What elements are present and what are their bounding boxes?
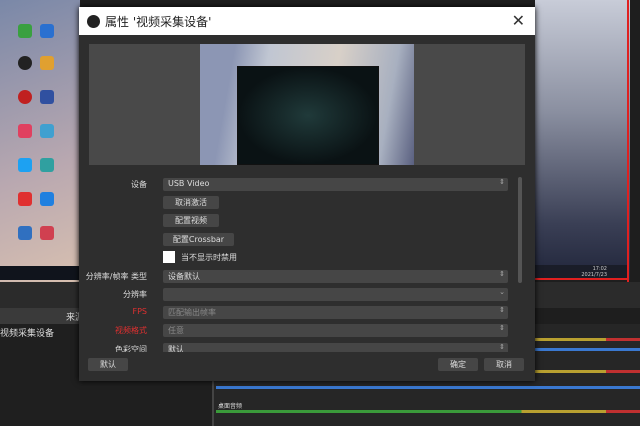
disable-when-hidden-row: 当不显示时禁用 [79,251,519,264]
spinner-icon: ⇕ [499,324,505,332]
preview-selection-border-bottom [535,278,629,280]
res-type-select[interactable]: 设备默认 ⇕ [163,270,508,283]
source-item[interactable]: 视频采集设备 [0,326,54,339]
res-type-value: 设备默认 [168,272,200,281]
cancel-button[interactable]: 取消 [484,358,524,371]
resolution-label: 分辨率 [123,290,147,299]
dialog-titlebar: 属性 '视频采集设备' ✕ [79,7,535,35]
spinner-icon: ⇕ [499,306,505,314]
configure-video-button[interactable]: 配置视频 [163,214,219,227]
res-type-label: 分辨率/帧率 类型 [85,272,147,281]
device-label: 设备 [131,180,147,189]
device-value: USB Video [168,179,210,188]
configure-crossbar-button[interactable]: 配置Crossbar [163,233,234,246]
dialog-title: 属性 '视频采集设备' [105,14,212,29]
preview-image [200,44,414,165]
fps-label: FPS [132,307,147,316]
desktop-taskbar [0,266,80,280]
device-select[interactable]: USB Video ⇕ [163,178,508,191]
disable-when-hidden-checkbox[interactable] [163,251,175,263]
close-icon[interactable]: ✕ [512,11,525,30]
video-format-select[interactable]: 任意 ⇕ [163,324,508,337]
res-type-row: 分辨率/帧率 类型 设备默认 ⇕ [79,270,519,283]
color-space-row: 色彩空间 默认 ⇕ [79,343,519,352]
spinner-icon: ⇕ [499,343,505,351]
video-format-label: 视频格式 [115,326,147,335]
fps-select[interactable]: 匹配输出帧率 ⇕ [163,306,508,319]
disable-when-hidden-label: 当不显示时禁用 [181,253,237,262]
ok-button[interactable]: 确定 [438,358,478,371]
obs-logo-icon [87,14,100,28]
color-space-select[interactable]: 默认 ⇕ [163,343,508,352]
color-space-value: 默认 [168,345,184,352]
volume-meter [216,410,640,413]
properties-dialog: 属性 '视频采集设备' ✕ 设备 USB Video ⇕ 取消激活 配置视频 配置… [79,7,535,381]
resolution-row: 分辨率 ⌄ [79,288,519,301]
mixer-track-label: 桌面音频 [218,403,243,410]
preview-taskbar: 17:02 2021/7/23 [535,265,627,279]
defaults-button[interactable]: 默认 [88,358,128,371]
resolution-combobox[interactable]: ⌄ [163,288,508,301]
fps-value: 匹配输出帧率 [168,308,216,317]
source-preview [89,44,525,165]
chevron-down-icon: ⌄ [499,288,505,296]
obs-preview [535,0,630,280]
spinner-icon: ⇕ [499,178,505,186]
device-row: 设备 USB Video ⇕ [79,178,519,191]
desktop-background [0,0,80,282]
color-space-label: 色彩空间 [115,345,147,352]
deactivate-button[interactable]: 取消激活 [163,196,219,209]
preview-game-window [237,66,379,165]
preview-selection-border [627,0,629,282]
fps-row: FPS 匹配输出帧率 ⇕ [79,306,519,319]
video-format-value: 任意 [168,326,184,335]
volume-slider[interactable] [216,386,640,389]
scrollbar[interactable] [518,177,522,283]
spinner-icon: ⇕ [499,270,505,278]
video-format-row: 视频格式 任意 ⇕ [79,324,519,337]
